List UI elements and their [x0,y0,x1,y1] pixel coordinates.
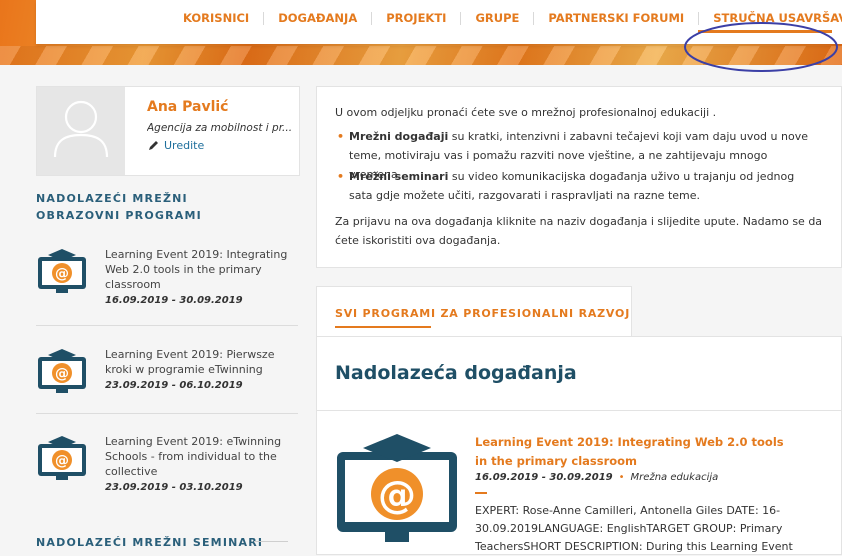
pencil-icon [149,141,158,150]
elearning-at-icon: @ [38,349,86,393]
divider [317,410,842,411]
elearning-at-icon: @ [38,436,86,480]
nav-item-projekti[interactable]: PROJEKTI [372,11,460,25]
upcoming-programs-heading: NADOLAZEĆI MREŽNI OBRAZOVNI PROGRAMI [36,192,202,222]
tab-underline [335,326,431,328]
upcoming-seminars-heading: NADOLAZEĆI MREŽNI SEMINARI [36,536,264,549]
bullet-dot: • [337,130,345,143]
intro-lead: U ovom odjeljku pronaći ćete sve o mrežn… [335,106,717,119]
profile-card: Ana Pavlić Agencija za mobilnost i pr...… [36,86,300,176]
nav-item-partnerski-forumi[interactable]: PARTNERSKI FORUMI [534,11,698,25]
svg-text:@: @ [55,266,69,282]
svg-text:@: @ [55,453,69,469]
profile-organisation: Agencija za mobilnost i pr... [147,122,292,134]
edit-profile-label: Uredite [164,139,205,152]
tab-all-programs[interactable]: SVI PROGRAMI ZA PROFESIONALNI RAZVOJ [316,286,632,337]
event-title[interactable]: Learning Event 2019: Pierwsze kroki w pr… [105,348,274,376]
profile-name[interactable]: Ana Pavlić [147,99,228,115]
svg-text:@: @ [55,366,69,382]
bullet-dot: • [337,170,345,183]
event-meta: 16.09.2019 - 30.09.2019 • Mrežna edukacija [475,472,718,483]
meta-dot: • [618,472,625,483]
event-title[interactable]: Learning Event 2019: eTwinning Schools -… [105,435,281,478]
event-dates: 23.09.2019 - 03.10.2019 [105,482,243,493]
elearning-at-icon: @ [38,249,86,293]
event-title[interactable]: Learning Event 2019: Integrating Web 2.0… [105,248,287,291]
intro-outro: Za prijavu na ova događanja kliknite na … [335,215,823,247]
tab-label: SVI PROGRAMI ZA PROFESIONALNI RAZVOJ [335,307,631,320]
accent-dash [475,492,487,494]
svg-text:@: @ [378,473,416,517]
divider [36,325,298,326]
event-type: Mrežna edukacija [630,472,719,483]
upcoming-events-card: Nadolazeća događanja @ Learning Event 20… [316,336,842,555]
bullet-term: Mrežni seminari [349,170,449,183]
section-heading: Nadolazeća događanja [335,362,577,384]
event-dates: 16.09.2019 - 30.09.2019 [105,295,243,306]
intro-card: U ovom odjeljku pronaći ćete sve o mrežn… [316,86,842,268]
elearning-at-icon[interactable]: @ [335,432,459,548]
edit-profile-link[interactable]: Uredite [147,139,204,152]
annotation-ellipse [684,22,838,72]
nav-item-grupe[interactable]: GRUPE [461,11,533,25]
user-silhouette-icon [53,100,109,158]
bullet-term: Mrežni događaji [349,130,449,143]
divider [254,541,288,542]
nav-item-korisnici[interactable]: KORISNICI [169,11,263,25]
nav-item-dogadanja[interactable]: DOGAĐANJA [264,11,371,25]
event-dates: 16.09.2019 - 30.09.2019 [475,472,613,483]
event-description: EXPERT: Rose-Anne Camilleri, Antonella G… [475,504,793,553]
event-title-link[interactable]: Learning Event 2019: Integrating Web 2.0… [475,433,795,471]
intro-bullet: • Mrežni seminari su video komunikacijsk… [337,167,817,205]
event-dates: 23.09.2019 - 06.10.2019 [105,380,243,391]
avatar[interactable] [37,87,125,175]
tab-bar: SVI PROGRAMI ZA PROFESIONALNI RAZVOJ [316,286,842,337]
divider [36,413,298,414]
